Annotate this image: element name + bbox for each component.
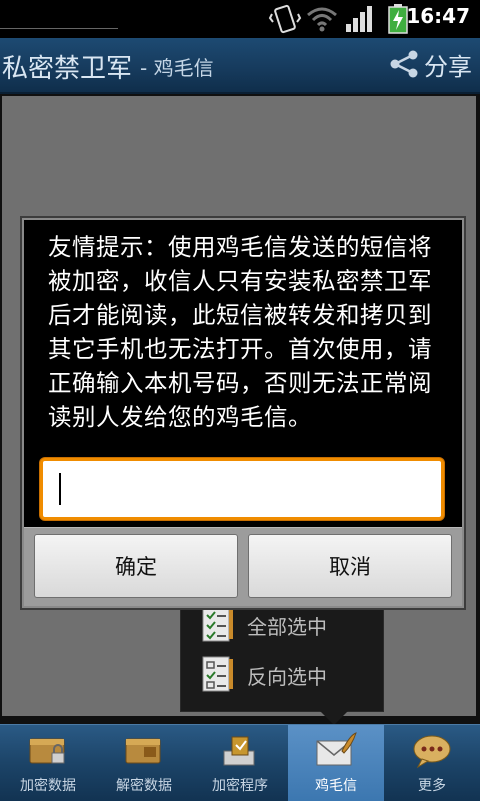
screen-subtitle: - 鸡毛信	[140, 56, 214, 80]
clock: 16:47	[406, 4, 470, 28]
text-cursor	[59, 473, 61, 505]
dialog-button-bar: 确定 取消	[24, 527, 462, 606]
title-bar: 私密禁卫军 - 鸡毛信 分享	[0, 38, 480, 94]
menu-item-label: 全部选中	[247, 614, 327, 639]
tab-decrypt-data[interactable]: 解密数据	[96, 725, 192, 801]
tab-more[interactable]: 更多	[384, 725, 480, 801]
wifi-icon	[307, 7, 337, 32]
phone-number-field[interactable]	[40, 458, 444, 520]
popup-menu-arrow	[318, 709, 350, 725]
tab-label: 鸡毛信	[315, 778, 357, 794]
share-icon	[390, 50, 418, 78]
tab-chicken-feather-letter[interactable]: 鸡毛信	[288, 725, 384, 801]
vibrate-icon	[268, 4, 302, 34]
checklist-icon	[202, 606, 233, 642]
menu-item-label: 反向选中	[247, 664, 327, 689]
cancel-button[interactable]: 取消	[248, 534, 452, 598]
dialog-message: 友情提示：使用鸡毛信发送的短信将被加密，收信人只有安装私密禁卫军后才能阅读，此短…	[48, 233, 432, 431]
tab-label: 更多	[418, 778, 446, 794]
menu-item-invert-selection[interactable]: 反向选中	[201, 653, 327, 697]
share-label: 分享	[424, 52, 472, 81]
checklist-icon	[202, 656, 233, 692]
status-bar: 16:47	[0, 0, 480, 38]
more-icon	[413, 735, 451, 769]
phone-number-input[interactable]	[43, 461, 441, 517]
app-title: 私密禁卫军	[2, 54, 133, 84]
tab-label: 加密数据	[20, 778, 76, 794]
confirm-button[interactable]: 确定	[34, 534, 238, 598]
envelope-icon	[316, 732, 357, 766]
share-button[interactable]: 分享	[388, 47, 472, 81]
decrypt-data-icon	[125, 738, 161, 764]
bottom-tab-bar: 加密数据 解密数据 加密程序 鸡毛信 更多	[0, 724, 480, 801]
tab-encrypt-app[interactable]: 加密程序	[192, 725, 288, 801]
encrypt-data-icon	[29, 738, 65, 764]
tab-label: 加密程序	[212, 778, 268, 794]
menu-item-select-all[interactable]: 全部选中	[201, 603, 327, 647]
signal-icon	[346, 6, 372, 32]
tab-encrypt-data[interactable]: 加密数据	[0, 725, 96, 801]
encrypt-app-icon	[223, 736, 255, 766]
notice-dialog: 友情提示：使用鸡毛信发送的短信将被加密，收信人只有安装私密禁卫军后才能阅读，此短…	[22, 218, 464, 608]
tab-label: 解密数据	[116, 778, 172, 794]
notification-divider	[0, 28, 118, 29]
